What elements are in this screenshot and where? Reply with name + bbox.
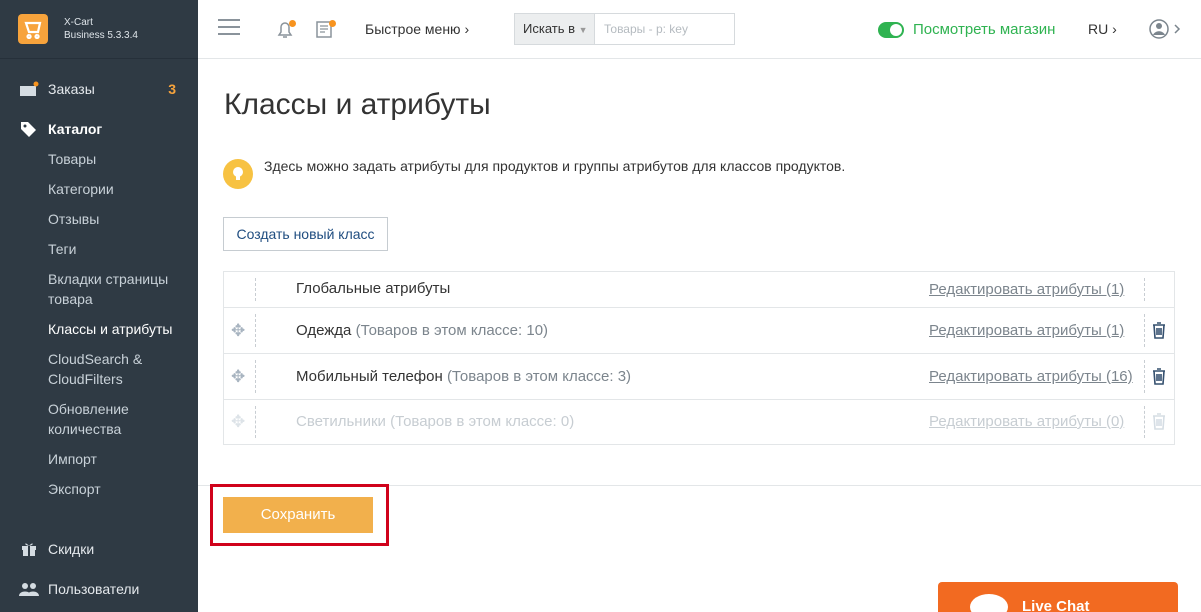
live-chat-label: Live Chat (1022, 598, 1090, 612)
class-name-text: Мобильный телефон (296, 368, 443, 385)
chevron-right-icon: › (1112, 21, 1117, 37)
class-name: Глобальные атрибуты (296, 280, 450, 297)
table-row: ✥ Светильники (Товаров в этом классе: 0)… (224, 400, 1174, 444)
sidebar-subitem-export[interactable]: Экспорт (48, 479, 188, 499)
quick-menu-label: Быстрое меню (365, 21, 461, 37)
search-scope-dropdown[interactable]: Искать в ▼ (515, 14, 595, 44)
tags-icon (18, 120, 40, 138)
edit-attributes-link[interactable]: Редактировать атрибуты (16) (929, 368, 1133, 385)
classes-table: Глобальные атрибуты Редактировать атрибу… (223, 271, 1175, 445)
app-version: Business 5.3.3.4 (64, 30, 138, 41)
save-button[interactable]: Сохранить (223, 497, 373, 533)
class-name: Одежда (Товаров в этом классе: 10) (296, 322, 548, 339)
class-name: Светильники (Товаров в этом классе: 0) (296, 413, 574, 430)
search-box: Искать в ▼ (514, 13, 735, 45)
search-input[interactable] (596, 14, 734, 44)
sidebar-item-catalog[interactable]: Каталог (0, 118, 198, 140)
app-name: X-Cart Business 5.3.3.4 (64, 16, 138, 42)
sidebar-subitem-classes-attributes[interactable]: Классы и атрибуты (48, 319, 188, 339)
class-name-text: Глобальные атрибуты (296, 280, 451, 297)
language-selector[interactable]: RU › (1088, 21, 1117, 37)
create-class-button[interactable]: Создать новый класс (223, 217, 388, 251)
topbar: Быстрое меню › Искать в ▼ Посмотреть маг… (198, 0, 1201, 59)
sidebar-subitem-product-tabs[interactable]: Вкладки страницы товара (48, 269, 188, 309)
class-product-count: (Товаров в этом классе: 0) (390, 413, 575, 430)
sidebar-item-label: Пользователи (48, 581, 140, 597)
edit-attributes-link[interactable]: Редактировать атрибуты (1) (929, 322, 1124, 339)
move-handle-icon[interactable]: ✥ (231, 321, 245, 341)
sidebar-subitem-products[interactable]: Товары (48, 149, 188, 169)
view-store-link[interactable]: Посмотреть магазин (913, 21, 1055, 38)
chat-bubble-icon (970, 594, 1008, 612)
sidebar-item-discounts[interactable]: Скидки (0, 538, 198, 560)
live-chat-widget[interactable]: Live Chat (938, 582, 1178, 612)
class-name: Мобильный телефон (Товаров в этом классе… (296, 368, 631, 385)
sidebar-subitem-reviews[interactable]: Отзывы (48, 209, 188, 229)
hamburger-menu-icon[interactable] (218, 19, 240, 37)
quick-menu[interactable]: Быстрое меню › (365, 21, 469, 37)
logo-area: X-Cart Business 5.3.3.4 (0, 0, 198, 59)
trash-icon[interactable] (1151, 321, 1169, 339)
lightbulb-icon (223, 159, 253, 189)
language-label: RU (1088, 21, 1109, 37)
trash-icon[interactable] (1151, 412, 1169, 430)
sidebar-subitem-import[interactable]: Импорт (48, 449, 188, 469)
hint-text: Здесь можно задать атрибуты для продукто… (264, 158, 846, 174)
sidebar-subitem-inventory-update[interactable]: Обновление количества (48, 399, 188, 439)
sidebar-subitem-tags[interactable]: Теги (48, 239, 188, 259)
table-row: ✥ Одежда (Товаров в этом классе: 10) Ред… (224, 308, 1174, 354)
move-handle-icon[interactable]: ✥ (231, 367, 245, 387)
caret-down-icon: ▼ (578, 25, 588, 35)
bell-icon[interactable] (274, 18, 296, 40)
sidebar: X-Cart Business 5.3.3.4 Заказы 3 Каталог… (0, 0, 198, 612)
class-name-text: Одежда (296, 322, 352, 339)
edit-attributes-link[interactable]: Редактировать атрибуты (0) (929, 413, 1124, 430)
chevron-right-icon: › (464, 21, 470, 37)
class-product-count: (Товаров в этом классе: 10) (355, 322, 549, 339)
edit-attributes-link[interactable]: Редактировать атрибуты (1) (929, 281, 1124, 298)
user-menu[interactable] (1148, 18, 1188, 40)
class-product-count: (Товаров в этом классе: 3) (446, 368, 632, 385)
trash-icon[interactable] (1151, 367, 1169, 385)
class-name-text: Светильники (296, 413, 386, 430)
gift-icon (18, 540, 40, 558)
sidebar-item-label: Скидки (48, 541, 95, 557)
search-scope-label: Искать в (523, 21, 576, 36)
sidebar-item-users[interactable]: Пользователи (0, 578, 198, 600)
xcart-logo-icon[interactable] (18, 14, 48, 44)
notification-dot (289, 20, 296, 27)
app-name-line1: X-Cart (64, 17, 93, 28)
sidebar-item-label: Заказы (48, 81, 95, 97)
move-handle-icon[interactable]: ✥ (231, 412, 245, 432)
table-row: ✥ Мобильный телефон (Товаров в этом клас… (224, 354, 1174, 400)
orders-icon (18, 80, 40, 98)
store-status-toggle[interactable] (878, 22, 904, 38)
sidebar-item-orders[interactable]: Заказы 3 (0, 78, 198, 100)
sidebar-subitem-cloudsearch[interactable]: CloudSearch & CloudFilters (48, 349, 188, 389)
clipboard-icon[interactable] (314, 18, 336, 40)
table-row: Глобальные атрибуты Редактировать атрибу… (224, 272, 1174, 308)
orders-count-badge: 3 (168, 81, 176, 97)
page-title: Классы и атрибуты (224, 88, 491, 121)
notification-dot (329, 20, 336, 27)
users-icon (18, 580, 40, 598)
sidebar-item-label: Каталог (48, 121, 103, 137)
sidebar-subitem-categories[interactable]: Категории (48, 179, 188, 199)
